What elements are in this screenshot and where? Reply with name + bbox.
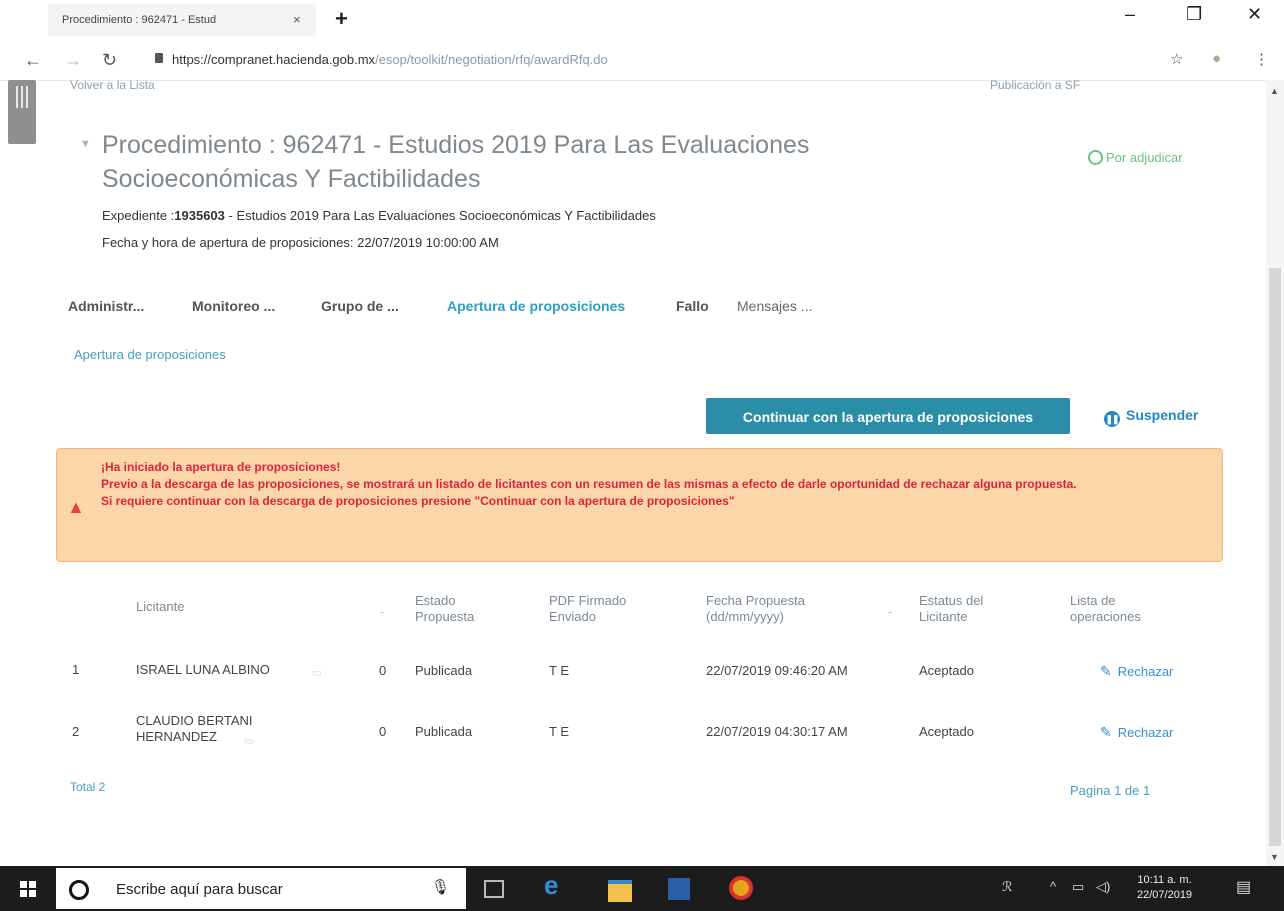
collapse-arrow-icon[interactable]: ▼ — [80, 138, 91, 150]
pagination[interactable]: Pagina 1 de 1 — [1070, 783, 1150, 798]
tray-chevron-icon[interactable]: ^ — [1050, 879, 1056, 894]
suspend-button[interactable]: ❚❚ Suspender — [1104, 407, 1198, 427]
header-operaciones: Lista de operaciones — [1070, 593, 1141, 624]
file-explorer-icon[interactable] — [608, 880, 632, 902]
back-to-list-link[interactable]: Volver a la Lista — [70, 78, 270, 90]
task-view-icon[interactable] — [484, 880, 504, 898]
scroll-down-icon[interactable]: ▼ — [1270, 852, 1279, 862]
estado-propuesta: Publicada — [415, 724, 473, 739]
browser-tab[interactable]: Procedimiento : 962471 - Estud × — [48, 4, 316, 36]
clock-icon — [1088, 150, 1103, 165]
breadcrumb[interactable]: Apertura de proposiciones — [74, 347, 226, 362]
edit-icon: ✎ — [1100, 724, 1112, 740]
word-icon[interactable] — [668, 878, 690, 900]
header-licitante[interactable]: Licitante — [136, 599, 184, 615]
warning-alert: ▲ ¡Ha iniciado la apertura de proposicio… — [56, 448, 1223, 562]
header-sort-dash: - — [380, 604, 385, 619]
alert-line-1: ¡Ha iniciado la apertura de proposicione… — [101, 460, 341, 474]
forward-arrow-icon[interactable]: → — [64, 50, 82, 71]
microphone-icon[interactable]: 🎙 — [431, 878, 450, 896]
page-title: Procedimiento : 962471 - Estudios 2019 P… — [102, 131, 810, 193]
windows-taskbar: Escribe aquí para buscar 🎙 e ℛ ^ ▭ ◁) 10… — [0, 866, 1284, 911]
licitante-name: CLAUDIO BERTANI HERNANDEZ — [136, 713, 253, 744]
continue-apertura-button[interactable]: Continuar con la apertura de proposicion… — [706, 398, 1070, 434]
pdf-firmado: T E — [549, 724, 569, 739]
edit-icon: ✎ — [1100, 663, 1112, 679]
lock-icon — [155, 53, 163, 63]
edge-icon[interactable]: e — [544, 870, 568, 900]
windows-start-icon[interactable] — [20, 881, 36, 897]
info-icon[interactable]: ▭ — [312, 666, 321, 682]
proposal-count: 0 — [379, 663, 387, 678]
browser-tab-bar: Procedimiento : 962471 - Estud × + – ❐ ✕ — [0, 0, 1284, 40]
rechazar-button[interactable]: ✎ Rechazar — [1100, 663, 1173, 680]
row-number: 1 — [72, 662, 80, 677]
maximize-button[interactable]: ❐ — [1186, 4, 1202, 25]
header-estatus[interactable]: Estatus del Licitante — [919, 593, 1019, 625]
tab-administracion[interactable]: Administr... — [68, 298, 144, 314]
expediente-number: 1935603 — [174, 208, 225, 223]
back-arrow-icon[interactable]: ← — [24, 50, 42, 71]
top-right-link[interactable]: Publicación a SF — [990, 78, 1170, 90]
scroll-up-icon[interactable]: ▲ — [1270, 86, 1279, 96]
action-center-icon[interactable]: ▤ — [1236, 877, 1251, 897]
network-icon[interactable]: ▭ — [1072, 879, 1084, 895]
table-total: Total 2 — [70, 780, 106, 794]
alert-line-2: Previo a la descarga de las proposicione… — [101, 477, 1077, 491]
url-field[interactable]: https://compranet.hacienda.gob.mx/esop/t… — [172, 52, 608, 67]
taskbar-clock[interactable]: 10:11 a. m. 22/07/2019 — [1137, 873, 1192, 903]
warning-icon: ▲ — [67, 497, 85, 517]
side-panel-handle[interactable] — [8, 80, 36, 144]
taskbar-search-input[interactable]: Escribe aquí para buscar 🎙 — [56, 868, 466, 909]
tab-mensajes[interactable]: Mensajes ... — [737, 298, 812, 314]
row-number: 2 — [72, 724, 80, 739]
apertura-line: Fecha y hora de apertura de proposicione… — [102, 235, 499, 250]
fecha-propuesta: 22/07/2019 09:46:20 AM — [706, 663, 848, 678]
chrome-icon[interactable] — [729, 876, 753, 900]
profile-icon[interactable]: ● — [1212, 50, 1221, 67]
estatus-licitante: Aceptado — [919, 724, 974, 739]
scrollbar-thumb[interactable] — [1269, 268, 1281, 846]
tab-fallo[interactable]: Fallo — [676, 298, 709, 314]
tab-grupo[interactable]: Grupo de ... — [321, 298, 399, 314]
licitante-name: ISRAEL LUNA ALBINO — [136, 662, 270, 677]
close-window-button[interactable]: ✕ — [1247, 4, 1262, 25]
tab-close-icon[interactable]: × — [293, 12, 301, 27]
fecha-propuesta: 22/07/2019 04:30:17 AM — [706, 724, 848, 739]
cortana-icon — [69, 880, 89, 900]
estado-propuesta: Publicada — [415, 663, 473, 678]
people-icon[interactable]: ℛ — [1002, 879, 1012, 895]
info-icon[interactable]: ▭ — [244, 734, 253, 750]
pdf-firmado: T E — [549, 663, 569, 678]
pause-icon: ❚❚ — [1104, 411, 1120, 427]
minimize-button[interactable]: – — [1125, 4, 1135, 25]
alert-line-3: Si requiere continuar con la descarga de… — [101, 494, 735, 508]
tab-monitoreo[interactable]: Monitoreo ... — [192, 298, 275, 314]
header-estado[interactable]: Estado Propuesta — [415, 593, 505, 625]
reload-icon[interactable]: ↻ — [102, 50, 117, 71]
status-badge: Por adjudicar — [1088, 150, 1183, 165]
menu-icon[interactable]: ⋮ — [1254, 50, 1269, 68]
header-sort-dash: - — [888, 604, 893, 619]
volume-icon[interactable]: ◁) — [1096, 879, 1110, 895]
estatus-licitante: Aceptado — [919, 663, 974, 678]
tab-apertura[interactable]: Apertura de proposiciones — [447, 298, 625, 314]
expediente-line: Expediente :1935603 - Estudios 2019 Para… — [102, 208, 656, 223]
new-tab-button[interactable]: + — [335, 6, 348, 32]
star-icon[interactable]: ☆ — [1170, 50, 1183, 68]
header-fecha[interactable]: Fecha Propuesta (dd/mm/yyyy) — [706, 593, 856, 625]
browser-tab-title: Procedimiento : 962471 - Estud — [62, 14, 217, 26]
proposal-count: 0 — [379, 724, 387, 739]
rechazar-button[interactable]: ✎ Rechazar — [1100, 724, 1173, 741]
header-pdf[interactable]: PDF Firmado Enviado — [549, 593, 659, 625]
